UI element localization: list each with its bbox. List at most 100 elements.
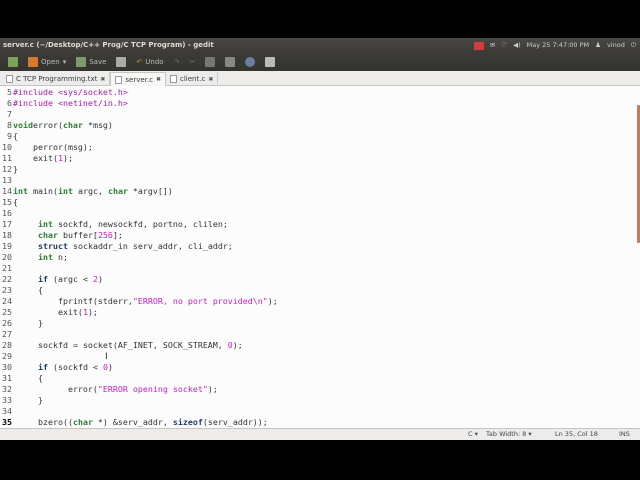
tab-width-selector[interactable]: Tab Width: 8 ▾ <box>486 429 532 440</box>
code-line[interactable]: 12} <box>0 164 278 175</box>
find-button[interactable] <box>242 57 258 67</box>
code-line[interactable]: 13 <box>0 175 278 186</box>
copy-icon <box>205 57 216 67</box>
replace-button[interactable] <box>262 57 278 67</box>
close-icon[interactable]: ✖ <box>100 76 105 83</box>
code-line[interactable]: 11 exit(1); <box>0 153 278 164</box>
code-lines[interactable]: 5#include <sys/socket.h> 6#include <netin… <box>0 87 278 428</box>
code-text-token: { <box>13 197 18 207</box>
undo-icon: ↶ <box>136 58 143 66</box>
close-icon[interactable]: ✖ <box>208 76 213 83</box>
code-line[interactable]: 8voiderror(char *msg) <box>0 120 278 131</box>
notification-icon[interactable] <box>473 41 484 50</box>
clock[interactable]: May 25 7:47:00 PM <box>527 38 590 53</box>
line-number: 28 <box>2 340 12 350</box>
redo-icon: ↷ <box>173 58 180 66</box>
code-line[interactable]: 21 <box>0 263 278 274</box>
code-text-token: { <box>13 131 18 141</box>
code-line[interactable]: 33 } <box>0 395 278 406</box>
code-line[interactable]: 9{ <box>0 131 278 142</box>
code-line[interactable]: 23 { <box>0 285 278 296</box>
code-line[interactable]: 29 <box>0 351 278 362</box>
save-button[interactable]: Save <box>73 57 109 67</box>
code-line[interactable]: 32 error("ERROR opening socket"); <box>0 384 278 395</box>
print-button[interactable] <box>113 57 129 67</box>
file-icon <box>170 75 178 83</box>
cut-icon: ✂ <box>189 58 196 66</box>
code-line[interactable]: 17 int sockfd, newsockfd, portno, clilen… <box>0 219 278 230</box>
line-number: 19 <box>2 241 12 251</box>
code-line[interactable]: 19 struct sockaddr_in serv_addr, cli_add… <box>0 241 278 252</box>
code-line[interactable]: 15{ <box>0 197 278 208</box>
undo-label: Undo <box>145 58 164 66</box>
window-title: server.c (~/Desktop/C++ Prog/C TCP Progr… <box>3 41 214 49</box>
folder-icon <box>28 57 38 67</box>
code-line[interactable]: 16 <box>0 208 278 219</box>
tab-c-tcp-programming[interactable]: C TCP Programming.txt ✖ <box>2 72 111 86</box>
code-line[interactable]: 7 <box>0 109 278 120</box>
line-number: 27 <box>2 329 12 339</box>
code-line[interactable]: 28 sockfd = socket(AF_INET, SOCK_STREAM,… <box>0 340 278 351</box>
line-number: 24 <box>2 296 12 306</box>
code-line[interactable]: 6#include <netinet/in.h> <box>0 98 278 109</box>
power-icon[interactable]: ⏻ <box>631 38 636 53</box>
code-text-token: } <box>13 395 43 405</box>
line-number: 15 <box>2 197 12 207</box>
code-text-token: perror(msg); <box>13 142 93 152</box>
keyword-token: if <box>37 362 48 372</box>
tab-client-c[interactable]: client.c ✖ <box>166 72 219 86</box>
line-number: 25 <box>2 307 12 317</box>
code-line[interactable]: 18 char buffer[256]; <box>0 230 278 241</box>
code-line[interactable]: 24 fprintf(stderr,"ERROR, no port provid… <box>0 296 278 307</box>
save-label: Save <box>89 58 107 66</box>
code-text-token: { <box>13 285 43 295</box>
type-token: char <box>72 417 93 427</box>
language-selector[interactable]: C ▾ <box>468 429 478 440</box>
open-button[interactable]: Open ▾ <box>25 57 69 67</box>
code-editor[interactable]: 5#include <sys/socket.h> 6#include <netin… <box>0 86 640 428</box>
code-line[interactable]: 10 perror(msg); <box>0 142 278 153</box>
code-line[interactable]: 25 exit(1); <box>0 307 278 318</box>
mail-icon[interactable]: ✉ <box>490 38 495 53</box>
paste-icon <box>225 57 236 67</box>
paste-button[interactable] <box>222 57 238 67</box>
close-icon[interactable]: ✖ <box>156 76 161 83</box>
code-line[interactable]: 14int main(int argc, char *argv[]) <box>0 186 278 197</box>
code-line[interactable]: 22 if (argc < 2) <box>0 274 278 285</box>
mouse-ibeam-cursor: I <box>105 352 108 362</box>
code-line[interactable]: 30 if (sockfd < 0) <box>0 362 278 373</box>
code-line[interactable]: 34 <box>0 406 278 417</box>
line-number: 17 <box>2 219 12 229</box>
print-icon <box>116 57 127 67</box>
keyword-token: if <box>37 274 48 284</box>
undo-button[interactable]: ↶ Undo <box>133 58 166 66</box>
type-token: char <box>107 186 128 196</box>
code-line[interactable]: 31 { <box>0 373 278 384</box>
code-text-token: } <box>13 318 43 328</box>
code-line[interactable]: 35 bzero((char *) &serv_addr, sizeof(ser… <box>0 417 278 428</box>
line-number: 33 <box>2 395 12 405</box>
cut-button[interactable]: ✂ <box>186 58 198 66</box>
redo-button[interactable]: ↷ <box>171 58 183 66</box>
code-text-token: fprintf(stderr, <box>13 296 133 306</box>
volume-icon[interactable]: ◀) <box>513 38 521 53</box>
code-text-token: (serv_addr)); <box>202 417 268 427</box>
code-line[interactable]: 20 int n; <box>0 252 278 263</box>
tab-server-c[interactable]: server.c ✖ <box>110 72 167 86</box>
code-text-token: exit( <box>13 307 83 317</box>
code-line[interactable]: 27 <box>0 329 278 340</box>
copy-button[interactable] <box>202 57 218 67</box>
network-icon[interactable]: ♡ <box>501 38 507 53</box>
code-text-token: exit( <box>13 153 58 163</box>
code-line[interactable]: 26 } <box>0 318 278 329</box>
code-line[interactable]: 5#include <sys/socket.h> <box>0 87 278 98</box>
code-text-token: ); <box>87 307 98 317</box>
line-number: 32 <box>2 384 12 394</box>
line-number: 13 <box>2 175 12 185</box>
line-number: 21 <box>2 263 12 273</box>
user-name[interactable]: vinod <box>607 38 625 53</box>
line-number: 8 <box>7 120 12 130</box>
type-token: int <box>57 186 73 196</box>
new-button[interactable] <box>5 57 21 67</box>
string-token: "ERROR opening socket" <box>97 384 208 394</box>
